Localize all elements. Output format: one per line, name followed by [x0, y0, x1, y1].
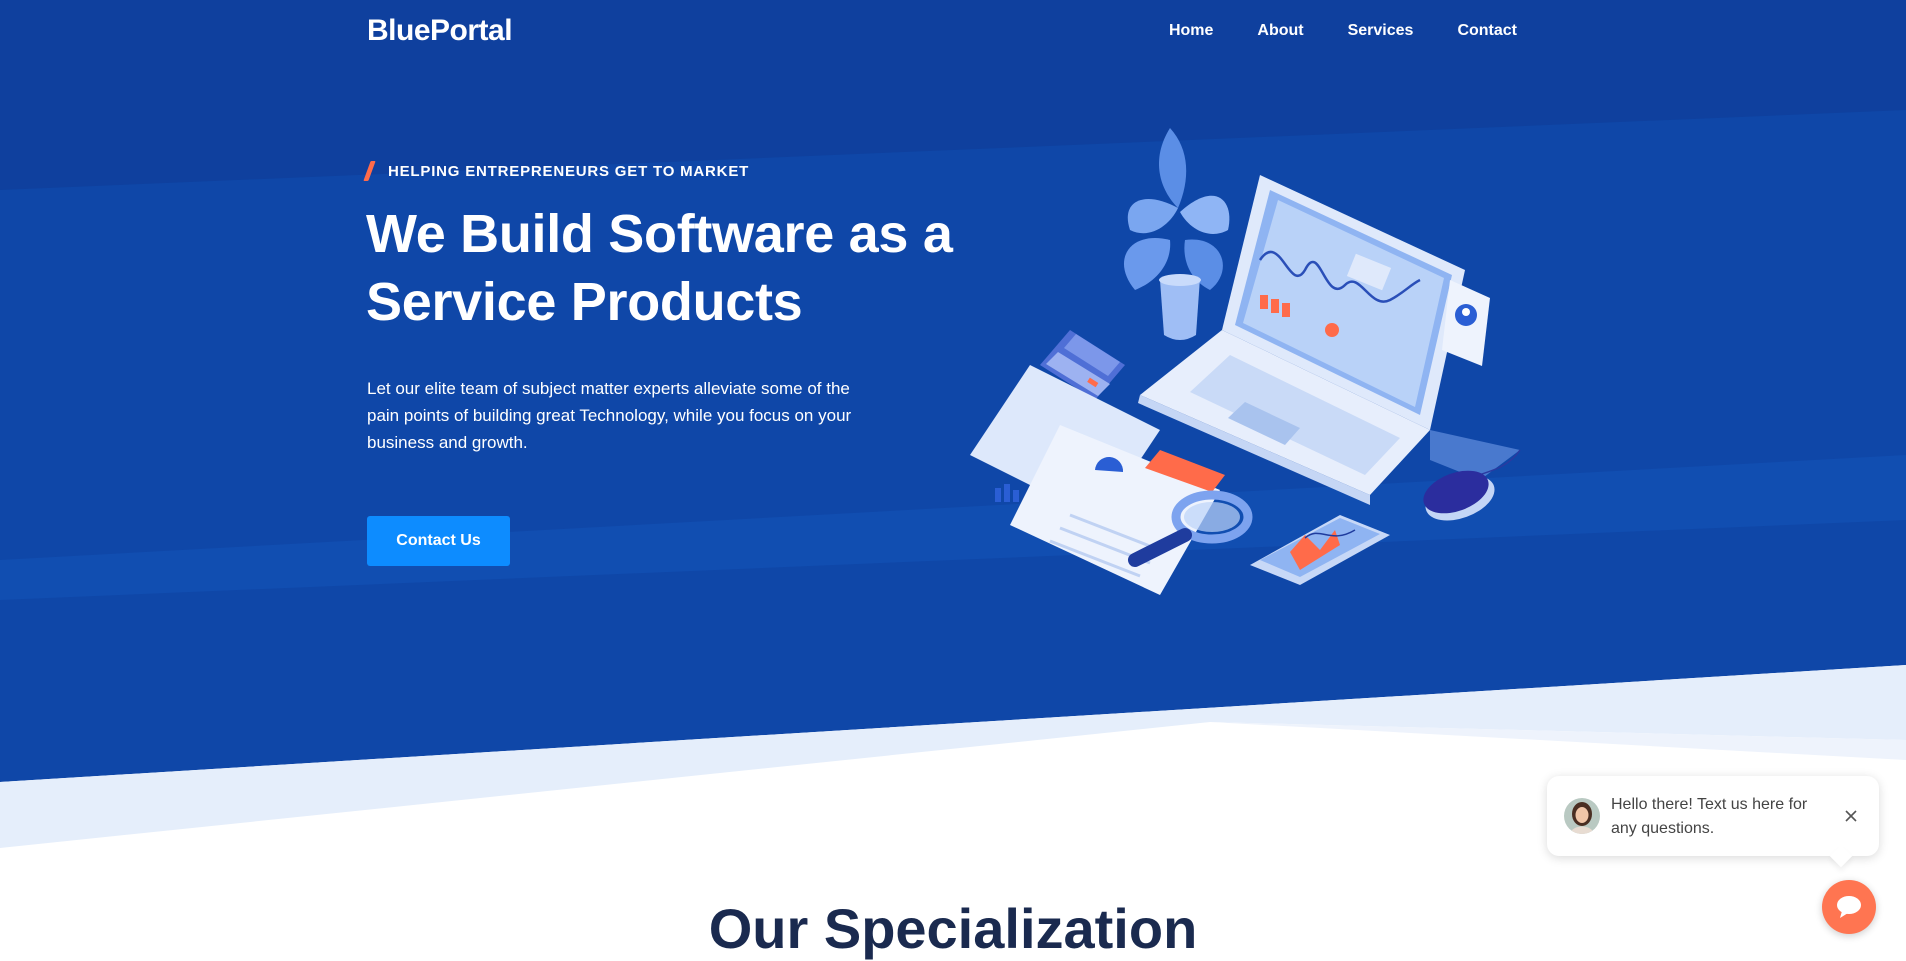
- nav-services[interactable]: Services: [1348, 22, 1414, 40]
- nav-about[interactable]: About: [1257, 22, 1303, 40]
- tablet-icon: [1250, 515, 1390, 585]
- plant-icon: [1123, 128, 1230, 340]
- hero-description: Let our elite team of subject matter exp…: [367, 379, 852, 452]
- chat-bubble-icon: [1837, 896, 1861, 918]
- section-title-specialization: Our Specialization: [708, 897, 1198, 960]
- hero-title: We Build Software as a Service Products: [366, 204, 953, 332]
- hero-eyebrow: HELPING ENTREPRENEURS GET TO MARKET: [363, 161, 750, 181]
- chat-launcher-button[interactable]: [1822, 880, 1876, 934]
- contact-us-button[interactable]: Contact Us: [367, 516, 510, 566]
- brand-logo[interactable]: BluePortal: [367, 14, 513, 48]
- nav-links: Home About Services Contact: [1169, 22, 1517, 40]
- laptop-illustration: [970, 128, 1521, 595]
- agent-avatar: [1564, 798, 1600, 834]
- eyebrow-text: HELPING ENTREPRENEURS GET TO MARKET: [388, 162, 750, 180]
- chat-popup[interactable]: Hello there! Text us here for any questi…: [1547, 776, 1879, 856]
- chat-message: Hello there! Text us here for any questi…: [1611, 796, 1808, 837]
- close-icon[interactable]: [1841, 806, 1861, 826]
- nav-home[interactable]: Home: [1169, 22, 1213, 40]
- navbar: BluePortal Home About Services Contact: [367, 14, 1517, 50]
- nav-contact[interactable]: Contact: [1457, 22, 1517, 40]
